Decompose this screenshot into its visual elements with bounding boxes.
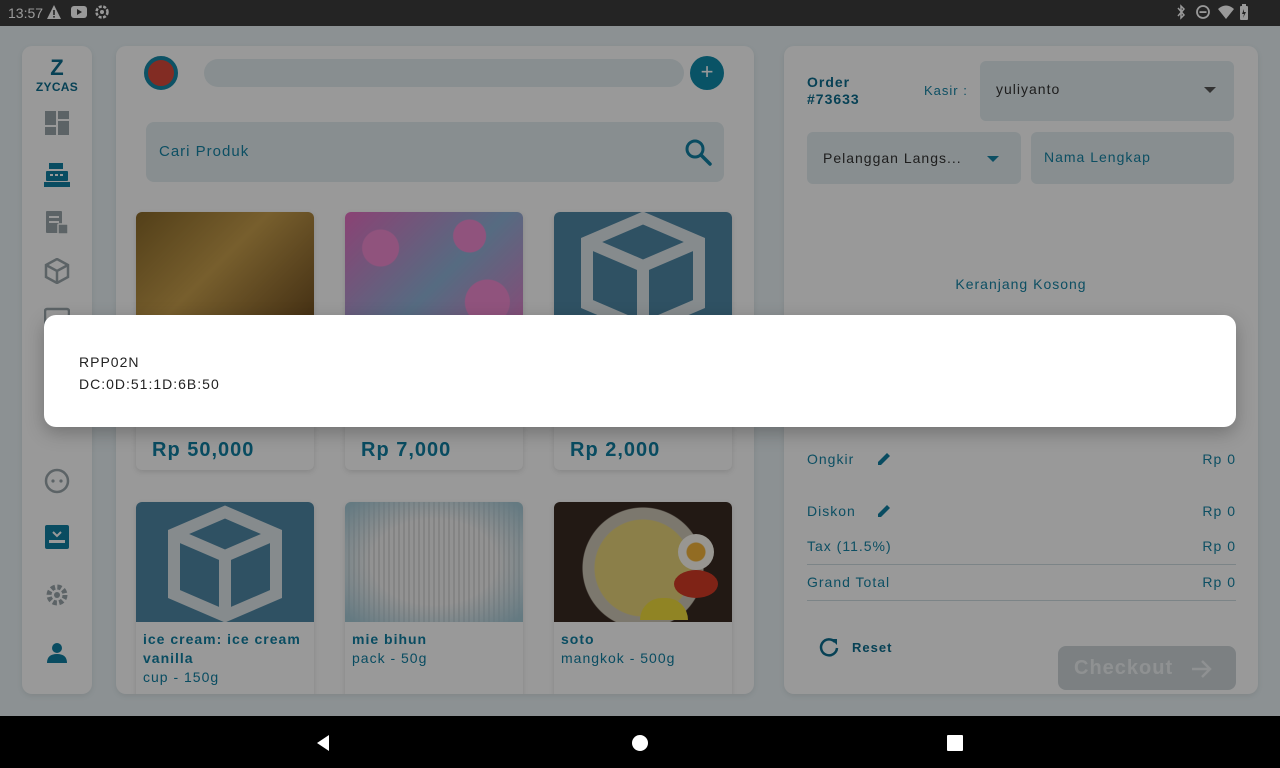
home-icon[interactable] xyxy=(629,732,651,754)
recents-icon[interactable] xyxy=(944,732,966,754)
printer-dialog[interactable]: RPP02N DC:0D:51:1D:6B:50 xyxy=(44,315,1236,427)
navigation-bar xyxy=(0,716,1280,768)
printer-address[interactable]: DC:0D:51:1D:6B:50 xyxy=(79,376,220,392)
back-icon[interactable] xyxy=(312,732,334,754)
printer-name[interactable]: RPP02N xyxy=(79,354,139,370)
